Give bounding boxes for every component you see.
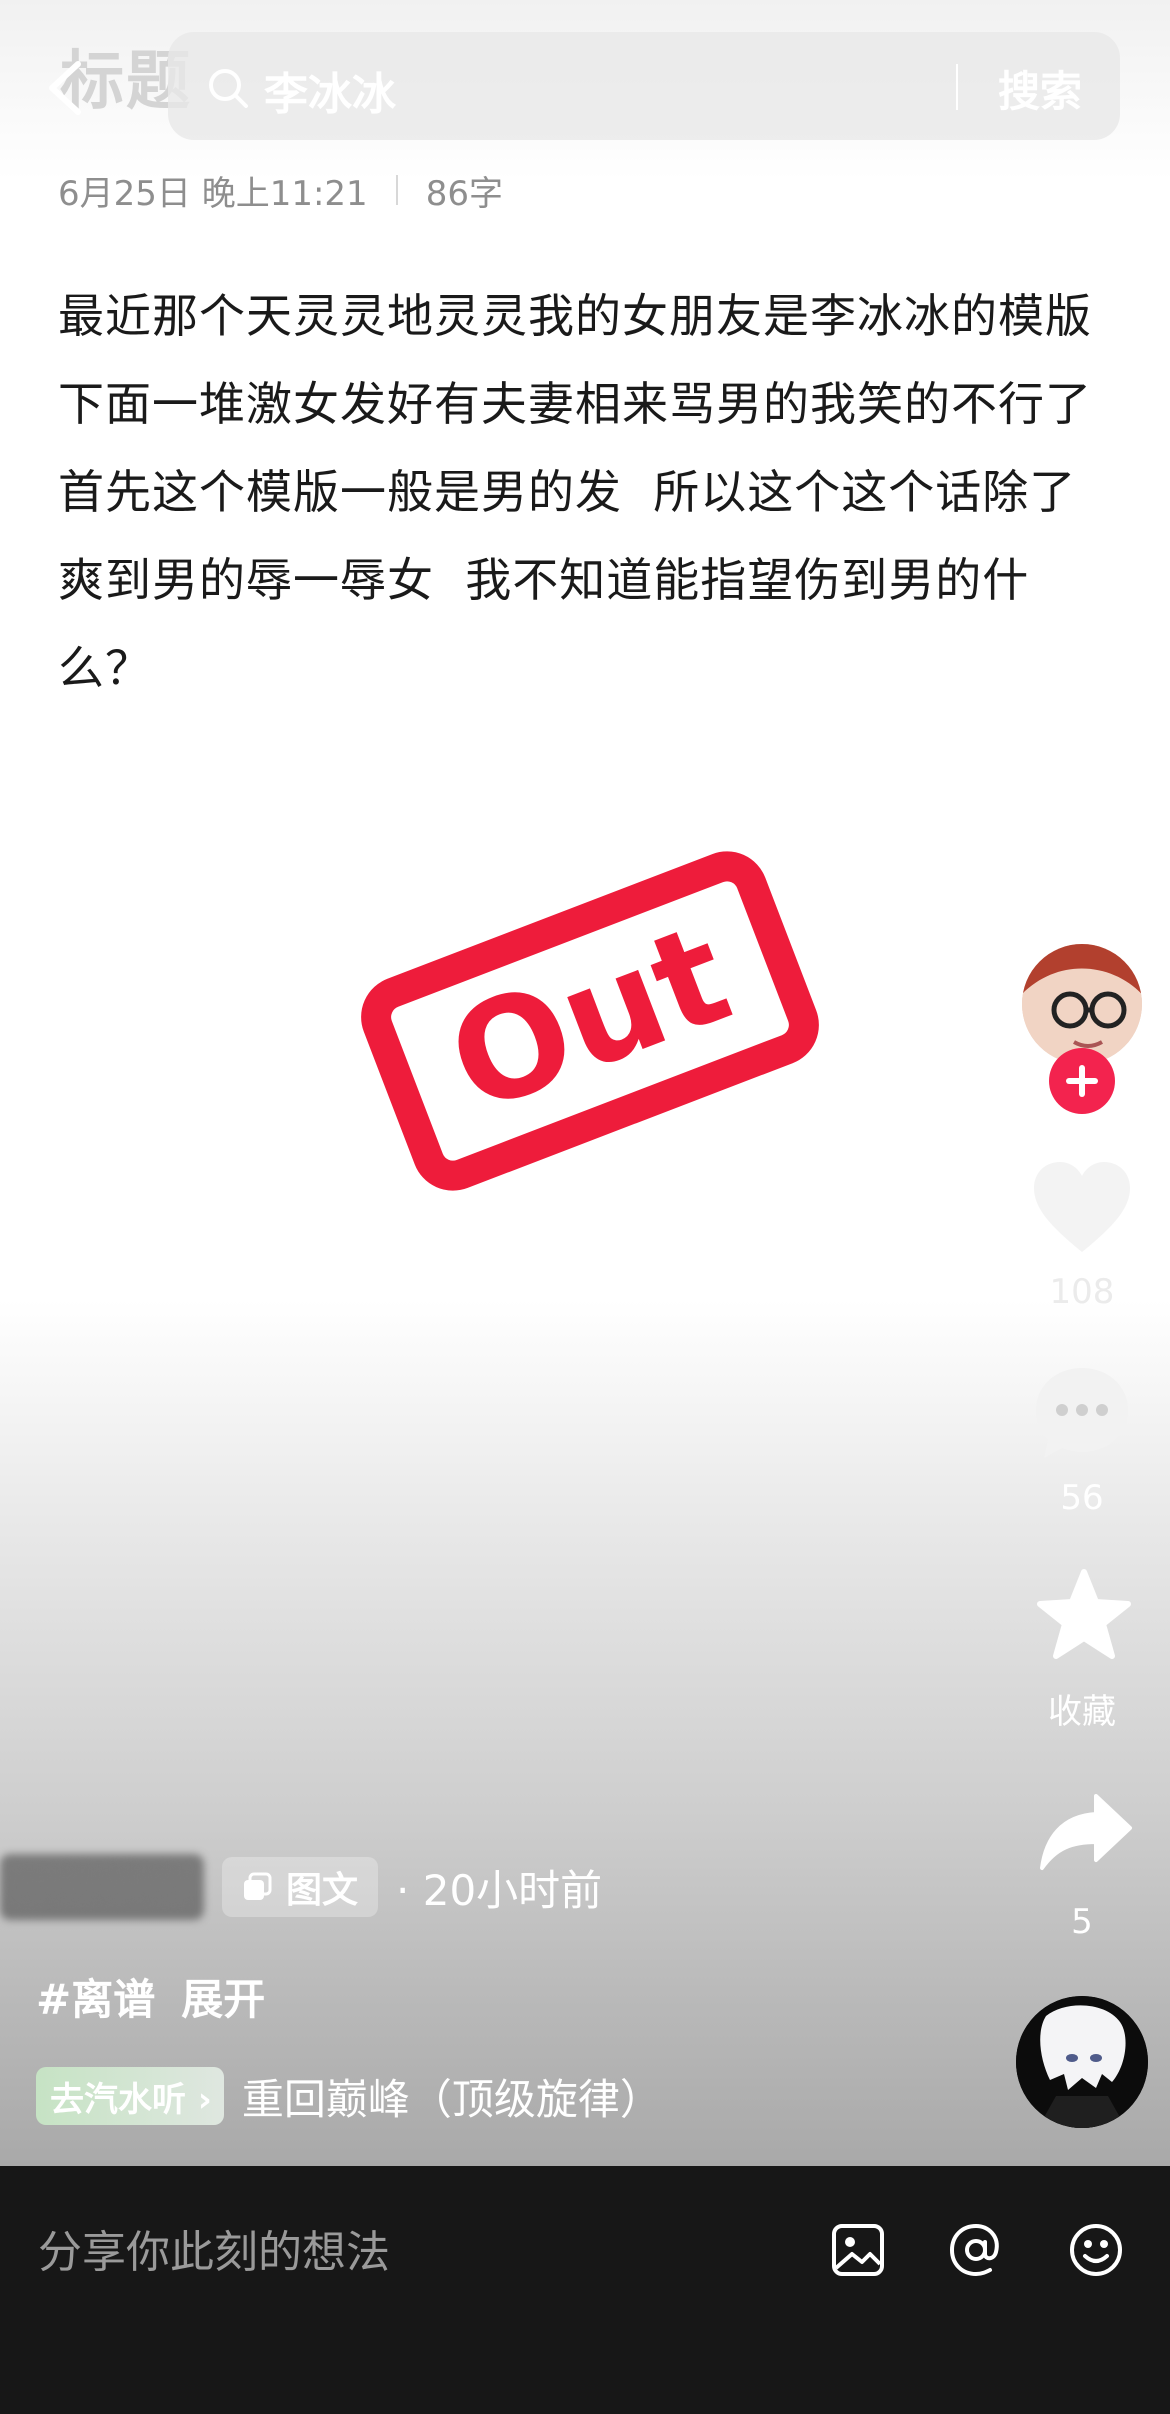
plus-icon: [1066, 1065, 1098, 1097]
search-icon: [209, 69, 248, 108]
share-arrow-icon[interactable]: [1038, 1790, 1134, 1874]
follow-button[interactable]: [1049, 1048, 1115, 1114]
caption-row: #离谱 展开: [36, 1966, 265, 2026]
back-button[interactable]: [44, 58, 88, 118]
comment-count: 56: [1060, 1478, 1104, 1518]
share-count: 5: [1071, 1902, 1093, 1942]
like-count: 108: [1049, 1272, 1115, 1312]
image-stack-icon: [244, 1872, 272, 1900]
author-name[interactable]: @菠萝蜜: [0, 1854, 204, 1920]
music-cover-image: [1016, 1996, 1148, 2128]
word-count: 86字: [425, 173, 503, 214]
star-icon[interactable]: [1036, 1568, 1132, 1660]
post-time: · 20小时前: [396, 1865, 603, 1915]
expand-button[interactable]: 展开: [181, 1966, 265, 2027]
comment-bubble-icon[interactable]: [1032, 1364, 1132, 1462]
image-icon[interactable]: [830, 2222, 886, 2278]
post-meta: 6月25日 晚上11:21 86字: [58, 168, 503, 214]
search-divider: [956, 64, 958, 110]
search-button[interactable]: 搜索: [998, 58, 1082, 119]
music-disc[interactable]: [1016, 1996, 1148, 2128]
meta-divider: [395, 175, 398, 205]
chevron-left-icon: [49, 61, 81, 115]
post-date: 6月25日 晚上11:21: [58, 173, 368, 214]
hashtag-link[interactable]: #离谱: [36, 1966, 155, 2027]
favorite-label: 收藏: [1048, 1692, 1116, 1732]
at-icon[interactable]: [948, 2222, 1004, 2278]
music-row[interactable]: 去汽水听 › 重回巅峰（顶级旋律）: [36, 2066, 662, 2126]
heart-icon[interactable]: [1030, 1160, 1134, 1256]
post-type-badge: 图文: [222, 1857, 379, 1917]
comment-bar: 分享你此刻的想法: [0, 2166, 1170, 2414]
article-text: 最近那个天灵灵地灵灵我的女朋友是李冰冰的模版下面一堆激女发好有夫妻相来骂男的我笑…: [58, 289, 1092, 695]
emoji-icon[interactable]: [1068, 2222, 1124, 2278]
search-bar[interactable]: 李冰冰 搜索: [168, 32, 1120, 140]
post-type-label: 图文: [286, 1870, 359, 1911]
author-row: @菠萝蜜 图文 · 20小时前: [0, 1854, 602, 1920]
comment-input[interactable]: 分享你此刻的想法: [38, 2216, 390, 2280]
out-stamp-image: Out: [361, 851, 819, 1191]
search-input[interactable]: 李冰冰: [264, 58, 396, 122]
listen-in-app-chip[interactable]: 去汽水听 ›: [36, 2067, 224, 2125]
music-title[interactable]: 重回巅峰（顶级旋律）: [242, 2066, 662, 2127]
